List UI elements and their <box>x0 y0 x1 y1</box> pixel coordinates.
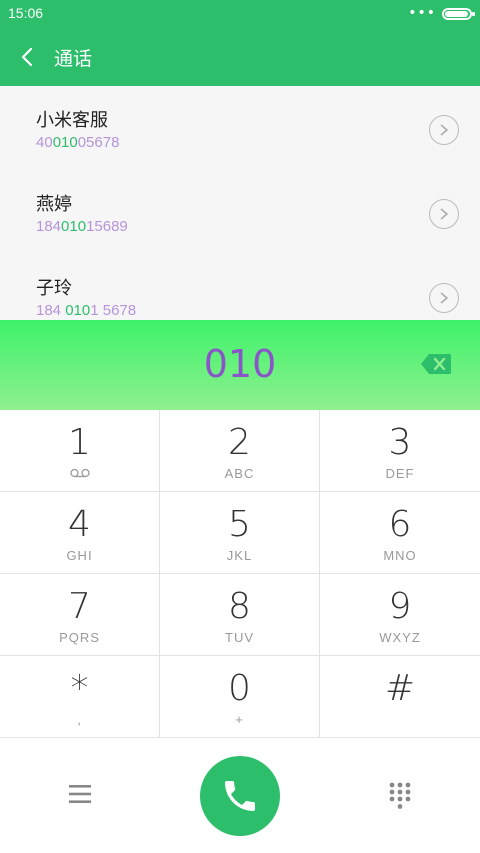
key-letters: GHI <box>66 548 93 563</box>
bottom-bar <box>0 738 480 853</box>
key-digit: 5 <box>228 504 251 545</box>
number-match: 010 <box>52 134 78 151</box>
key-letters: MNO <box>383 548 417 563</box>
dial-display: 010 <box>0 320 480 410</box>
contact-name: 子玲 <box>36 278 72 299</box>
dialpad-icon[interactable] <box>389 782 411 810</box>
contact-name: 小米客服 <box>36 110 108 131</box>
key-letters: PQRS <box>59 630 100 645</box>
contact-result-row[interactable]: 小米客服 4001005678 <box>0 86 480 170</box>
contact-number: 184 0101 5678 <box>36 302 136 319</box>
contact-detail-button[interactable] <box>429 283 459 313</box>
key-9[interactable]: 9 WXYZ <box>320 574 480 656</box>
header: 通话 <box>0 28 480 86</box>
key-letters: DEF <box>385 466 415 481</box>
number-match: 010 <box>65 302 91 319</box>
key-letters: ABC <box>224 466 255 481</box>
key-letters: + <box>235 712 244 727</box>
key-digit: 8 <box>228 586 251 627</box>
status-time: 15:06 <box>8 5 44 21</box>
phone-icon <box>225 781 255 811</box>
key-5[interactable]: 5 JKL <box>160 492 320 574</box>
dialpad: 1 2 ABC 3 DEF 4 GHI 5 JKL 6 MNO 7 PQRS 8… <box>0 410 480 738</box>
key-3[interactable]: 3 DEF <box>320 410 480 492</box>
key-7[interactable]: 7 PQRS <box>0 574 160 656</box>
contact-name: 燕婷 <box>36 194 72 215</box>
contact-number: 18401015689 <box>36 218 128 235</box>
key-hash[interactable]: # <box>320 656 480 738</box>
key-letters: WXYZ <box>379 630 421 645</box>
page-title: 通话 <box>54 48 93 70</box>
chevron-left-icon[interactable] <box>16 42 40 72</box>
key-digit: 9 <box>388 586 412 627</box>
key-digit: 3 <box>388 422 412 463</box>
key-digit: * <box>70 668 89 709</box>
key-digit: 1 <box>68 422 91 463</box>
key-star[interactable]: * , <box>0 656 160 738</box>
menu-icon[interactable] <box>68 783 92 805</box>
number-part: 15689 <box>86 218 128 235</box>
key-8[interactable]: 8 TUV <box>160 574 320 656</box>
contact-detail-button[interactable] <box>429 199 459 229</box>
number-part: 184 <box>36 218 62 235</box>
chevron-right-icon <box>440 208 449 220</box>
key-digit: 7 <box>68 586 91 627</box>
status-dots: ••• <box>408 5 436 21</box>
key-6[interactable]: 6 MNO <box>320 492 480 574</box>
key-letters: , <box>77 712 82 727</box>
key-letters: JKL <box>226 548 253 563</box>
key-digit: # <box>384 668 416 709</box>
call-button[interactable] <box>200 756 280 836</box>
key-digit: 2 <box>228 422 251 463</box>
number-part: 05678 <box>77 134 120 151</box>
dialed-number: 010 <box>203 342 277 386</box>
chevron-right-icon <box>440 292 449 304</box>
number-match: 010 <box>61 218 87 235</box>
key-1[interactable]: 1 <box>0 410 160 492</box>
number-part: 40 <box>36 134 53 151</box>
contact-result-row[interactable]: 子玲 184 0101 5678 <box>0 254 480 320</box>
contact-detail-button[interactable] <box>429 115 459 145</box>
battery-fill <box>445 11 468 17</box>
number-part: 1 5678 <box>90 302 137 319</box>
key-digit: 6 <box>388 504 412 545</box>
key-digit: 4 <box>68 504 91 545</box>
contact-results-list: 小米客服 4001005678 燕婷 18401015689 子玲 184 01… <box>0 86 480 320</box>
key-letters: TUV <box>225 630 254 645</box>
contact-result-row[interactable]: 燕婷 18401015689 <box>0 170 480 254</box>
key-0[interactable]: 0 + <box>160 656 320 738</box>
key-2[interactable]: 2 ABC <box>160 410 320 492</box>
status-bar: 15:06 ••• <box>0 0 480 28</box>
contact-number: 4001005678 <box>36 134 119 151</box>
number-part: 184 <box>36 302 66 319</box>
key-4[interactable]: 4 GHI <box>0 492 160 574</box>
backspace-icon[interactable] <box>420 353 452 375</box>
battery-icon <box>442 8 475 20</box>
key-digit: 0 <box>228 668 251 709</box>
chevron-right-icon <box>440 124 449 136</box>
voicemail-icon <box>70 468 90 478</box>
